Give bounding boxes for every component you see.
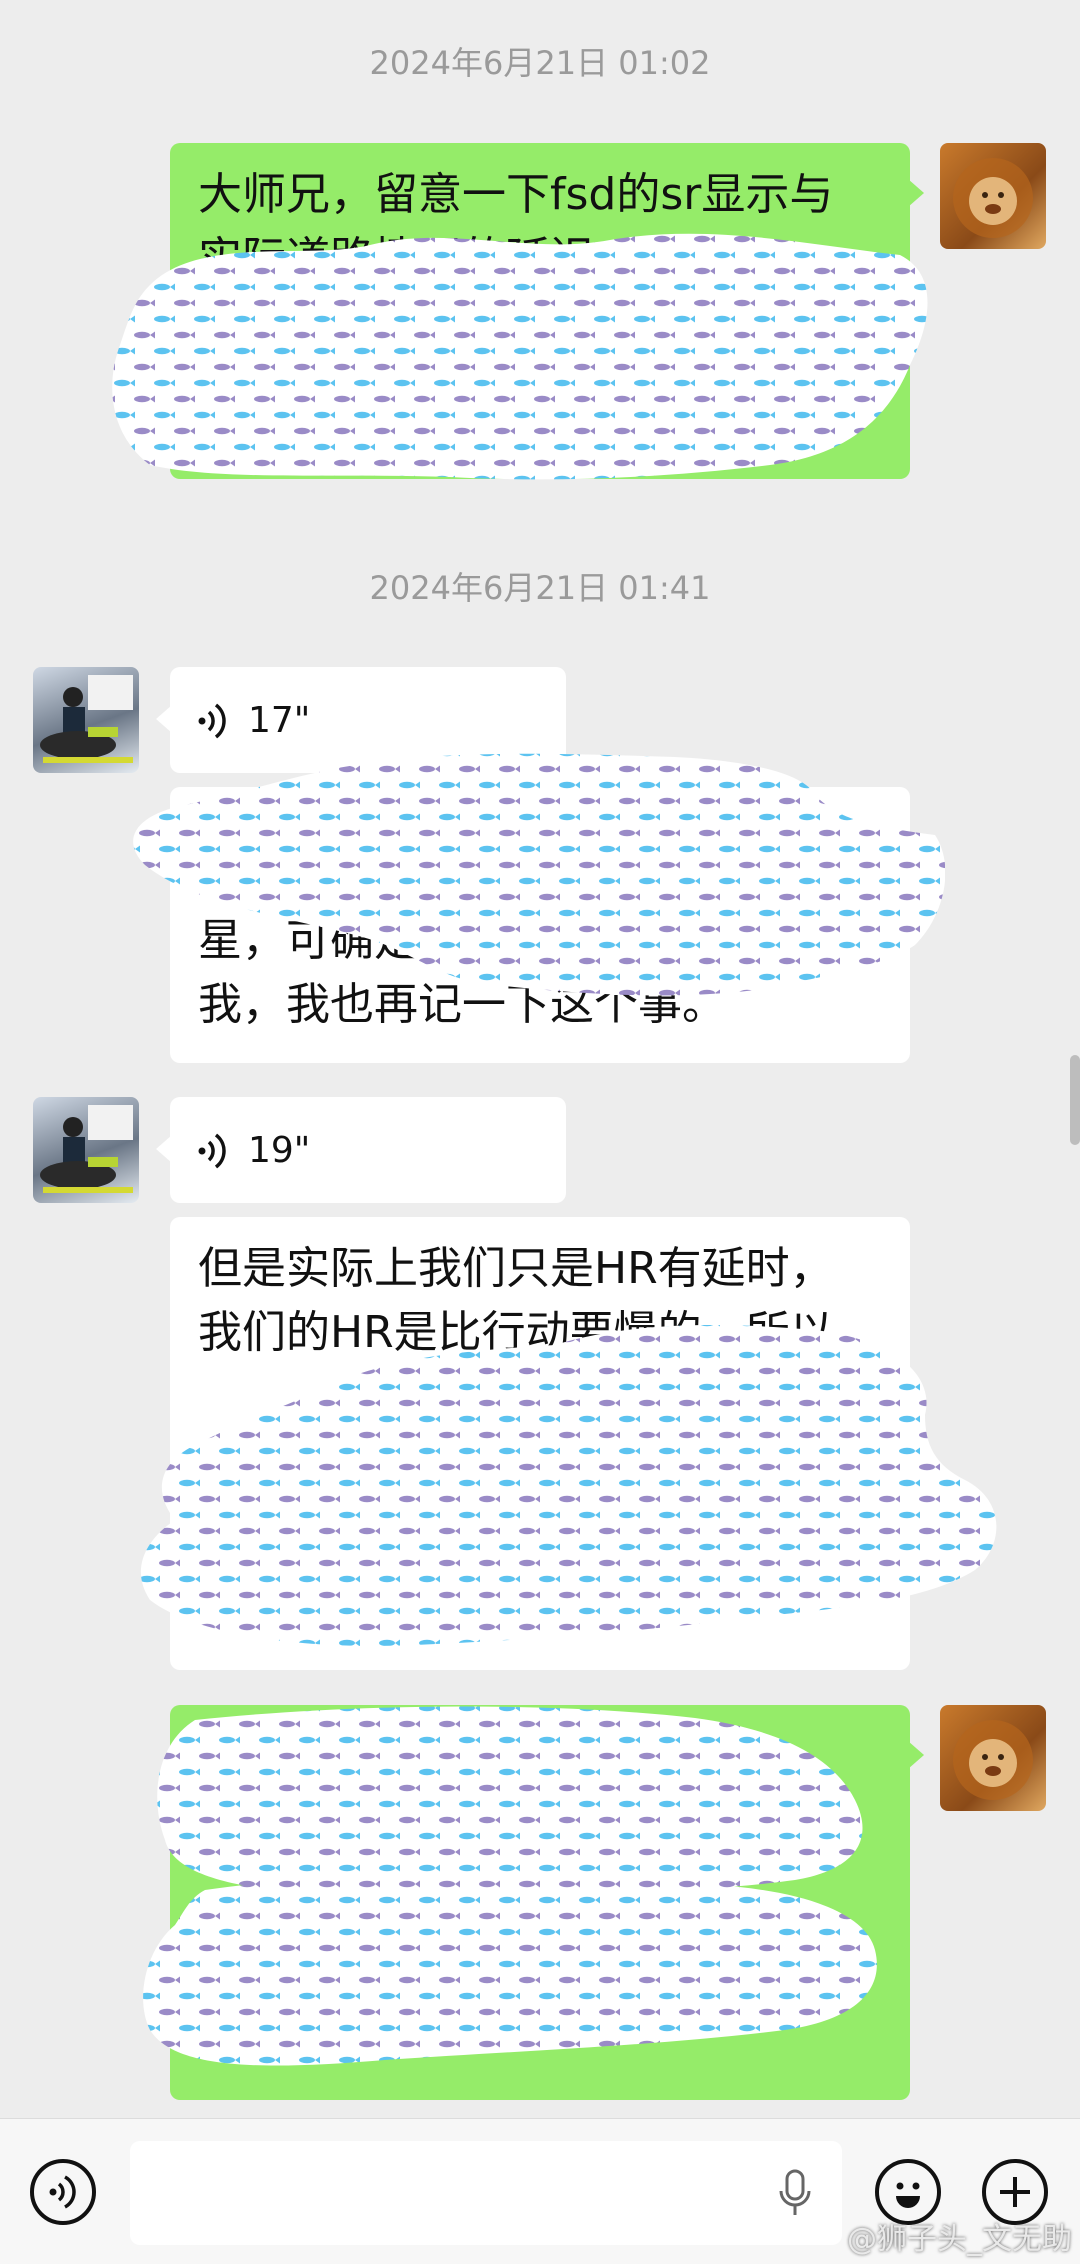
message-input[interactable] (130, 2141, 842, 2245)
mic-icon[interactable] (778, 2169, 812, 2219)
timestamp: 2024年6月21日 01:41 (369, 569, 711, 607)
voice-toggle-button[interactable] (30, 2159, 96, 2225)
watermark: @狮子头_文无助 (847, 2222, 1072, 2257)
voice-wave-icon (198, 703, 226, 739)
scrollbar[interactable] (1070, 1055, 1080, 1145)
lion-avatar-icon (953, 158, 1033, 238)
voice-icon (49, 2175, 76, 2209)
lion-avatar-icon (953, 1720, 1033, 1800)
voice-duration: 19" (248, 1130, 311, 1171)
contact-avatar[interactable] (33, 1097, 139, 1203)
voice-message-bubble[interactable]: 19" (156, 1097, 566, 1203)
censor-scribble (112, 233, 928, 480)
censor-scribble (133, 753, 945, 996)
input-bar: @狮子头_文无助 (0, 2118, 1080, 2264)
snowmobile-avatar-icon (40, 1105, 133, 1193)
voice-wave-icon (198, 1133, 226, 1169)
my-avatar[interactable] (940, 143, 1046, 249)
timestamp: 2024年6月21日 01:02 (369, 44, 711, 82)
plus-icon (1000, 2177, 1030, 2207)
my-avatar[interactable] (940, 1705, 1046, 1811)
emoji-icon (896, 2182, 920, 2208)
message-text-line: 但是实际上我们只是HR有延时， (198, 1243, 834, 1294)
voice-duration: 17" (248, 700, 311, 741)
censor-scribble (140, 1325, 997, 1646)
censor-scribble (143, 1706, 877, 2066)
